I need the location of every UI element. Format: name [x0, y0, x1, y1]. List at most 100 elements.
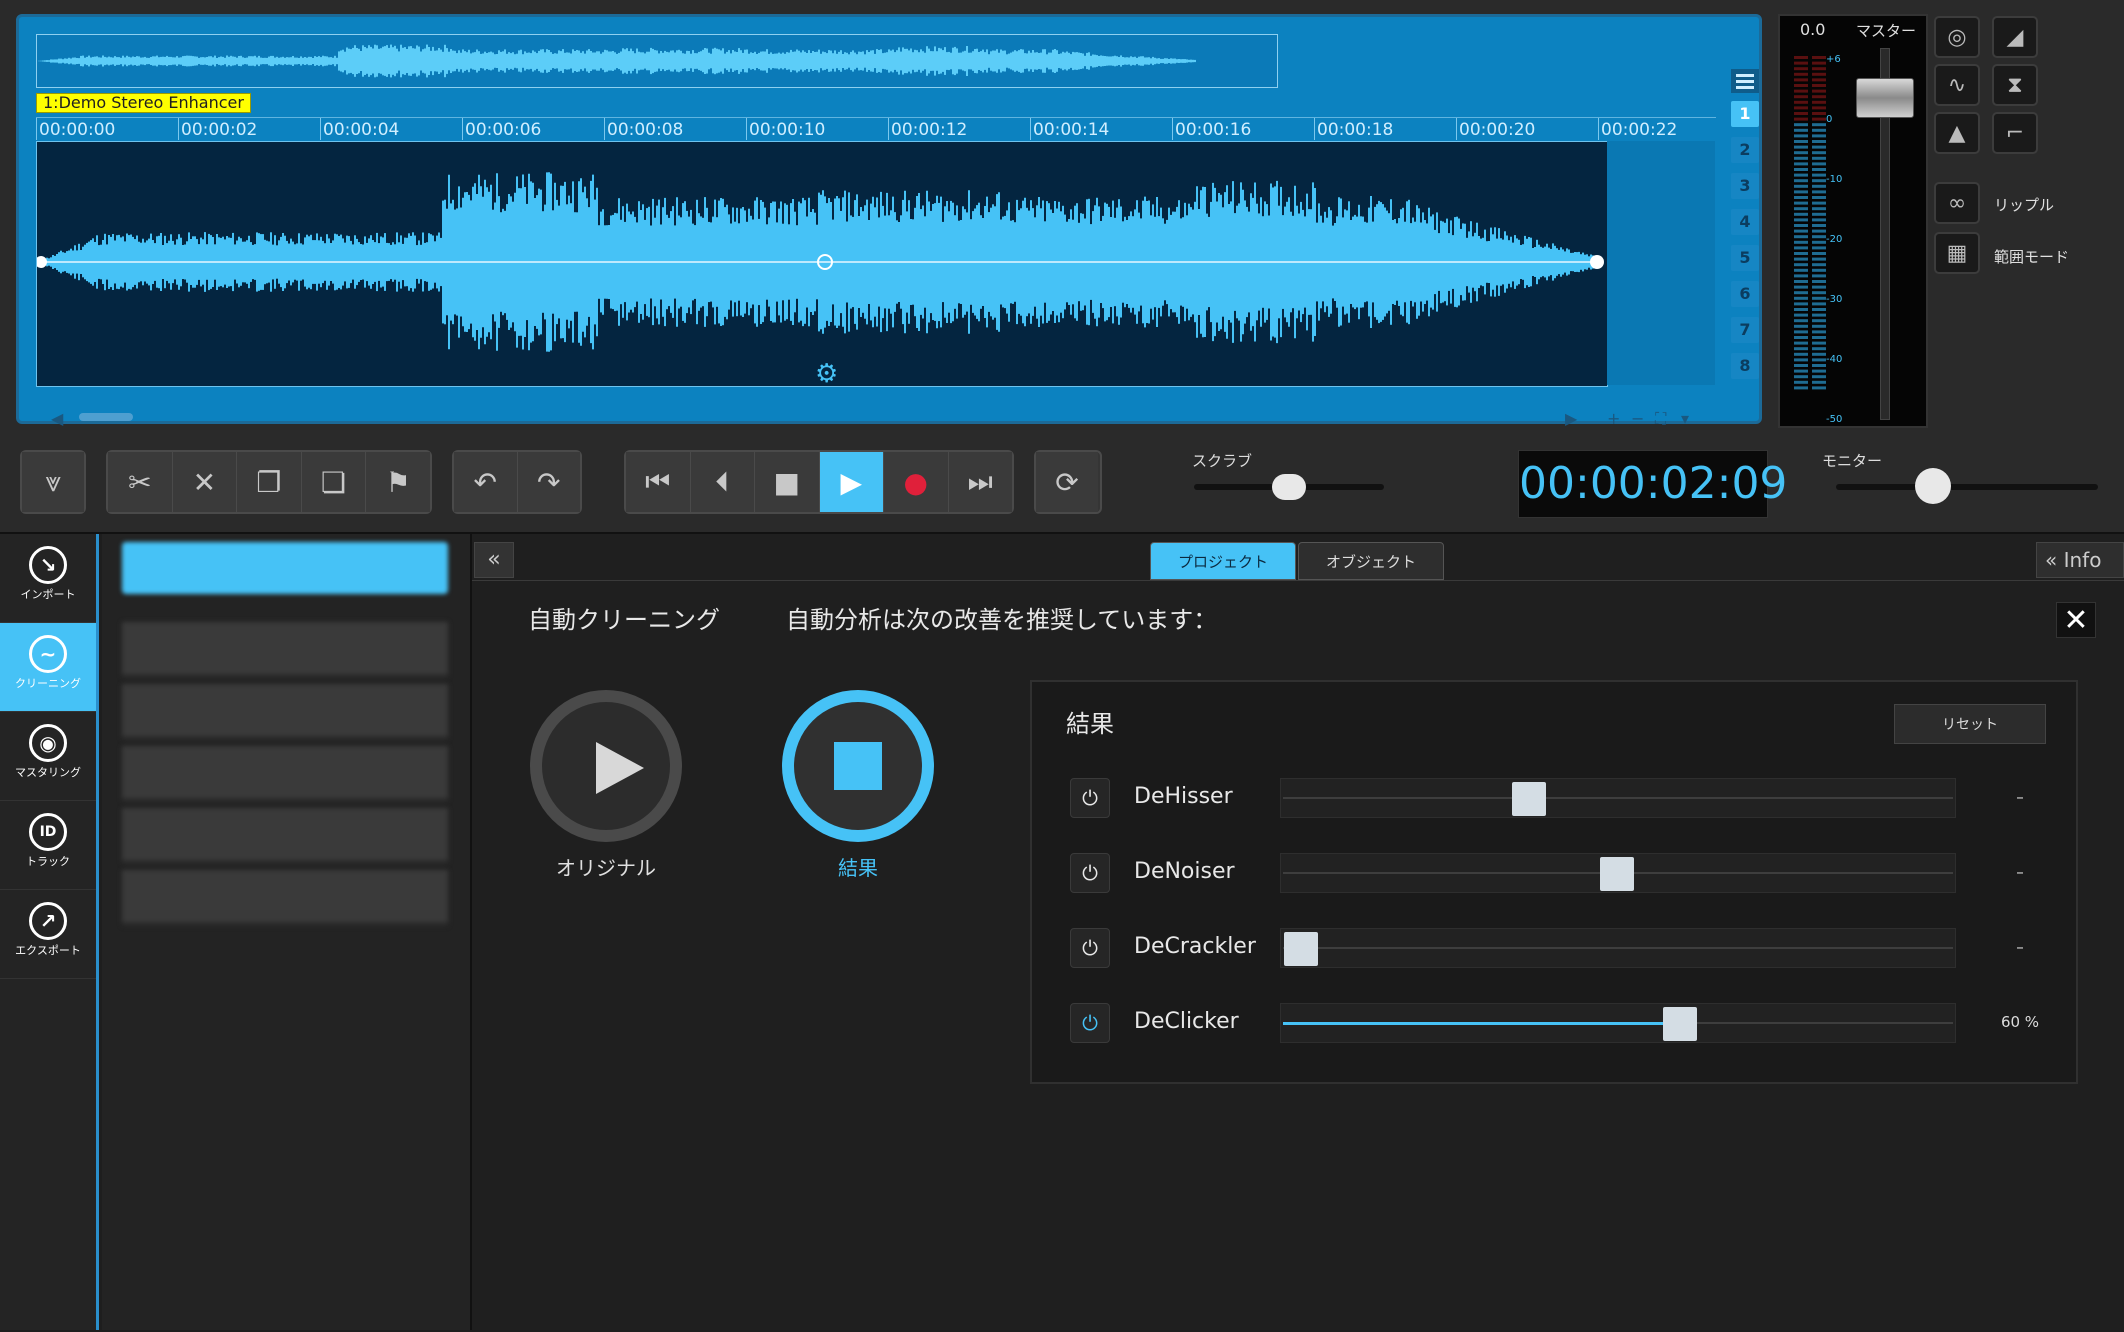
stop-icon[interactable]: ■: [755, 452, 820, 512]
fade-in-icon[interactable]: ◢: [1992, 16, 2038, 58]
filter-slider[interactable]: [1280, 778, 1956, 818]
preset-item[interactable]: [122, 622, 448, 678]
loop-icon[interactable]: ⟳: [1036, 452, 1098, 512]
track-id-icon: ID: [29, 813, 67, 851]
horizontal-scrollbar[interactable]: ◀ ▶ + − ⛶ ▾: [51, 409, 1711, 428]
zoom-in-icon[interactable]: +: [1607, 409, 1620, 428]
ripple-icon[interactable]: ∞: [1934, 182, 1980, 224]
preset-header[interactable]: [122, 542, 448, 594]
info-button[interactable]: « Info: [2036, 542, 2124, 578]
filter-name: DeNoiser: [1134, 859, 1235, 884]
track-label[interactable]: 1:Demo Stereo Enhancer: [36, 93, 251, 113]
go-to-start-icon[interactable]: ⏮: [626, 452, 691, 512]
slider-knob[interactable]: [1511, 782, 1546, 816]
power-toggle-decrackler[interactable]: ⏻: [1070, 928, 1110, 968]
ruler-tick: 00:00:20: [1456, 118, 1535, 140]
tab-object[interactable]: オブジェクト: [1298, 542, 1444, 580]
nav-track[interactable]: ID トラック: [0, 801, 96, 890]
time-ruler[interactable]: 00:00:00 00:00:02 00:00:04 00:00:06 00:00:08…: [36, 117, 1716, 140]
nav-import[interactable]: ↘ インポート: [0, 534, 96, 623]
results-title: 結果: [1066, 710, 1114, 738]
original-label: オリジナル: [556, 856, 656, 880]
reset-button[interactable]: リセット: [1894, 704, 2046, 744]
collapse-group: ⩔: [20, 450, 86, 514]
marker-icon[interactable]: ⚑: [366, 452, 430, 512]
zoom-out-icon[interactable]: −: [1631, 409, 1644, 428]
auto-analysis-message: 自動分析は次の改善を推奨しています：: [786, 606, 1218, 634]
power-toggle-dehisser[interactable]: ⏻: [1070, 778, 1110, 818]
monitor-slider[interactable]: [1836, 484, 2098, 490]
spectrum-icon[interactable]: ▲: [1934, 112, 1980, 154]
collapse-down-icon[interactable]: ⩔: [22, 452, 84, 512]
layer-button-2[interactable]: 2: [1731, 137, 1759, 163]
ruler-tick: 00:00:00: [36, 118, 115, 140]
layer-button-3[interactable]: 3: [1731, 173, 1759, 199]
copy-icon[interactable]: ❐: [237, 452, 302, 512]
tab-project[interactable]: プロジェクト: [1150, 542, 1296, 580]
play-icon[interactable]: ▶: [819, 452, 884, 512]
filter-slider[interactable]: [1280, 928, 1956, 968]
slider-knob[interactable]: [1284, 932, 1318, 966]
eq-icon[interactable]: ∿: [1934, 64, 1980, 106]
cut-icon[interactable]: ✂: [108, 452, 173, 512]
slider-knob[interactable]: [1663, 1007, 1698, 1041]
layer-button-4[interactable]: 4: [1731, 209, 1759, 235]
zoom-fit-icon[interactable]: ⛶: [1655, 409, 1666, 429]
close-icon[interactable]: ✕: [2056, 602, 2096, 638]
stereo-icon[interactable]: ◎: [1934, 16, 1980, 58]
power-toggle-denoiser[interactable]: ⏻: [1070, 853, 1110, 893]
main-waveform[interactable]: ⚙: [36, 141, 1608, 387]
record-icon[interactable]: ●: [884, 452, 949, 512]
list-icon[interactable]: [1731, 69, 1759, 93]
waveform-empty-area[interactable]: [1607, 141, 1715, 385]
result-stop-button[interactable]: [782, 690, 934, 842]
monitor-knob[interactable]: [1914, 468, 1951, 504]
layer-button-8[interactable]: 8: [1731, 353, 1759, 379]
redo-icon[interactable]: ↷: [517, 452, 580, 512]
compressor-icon[interactable]: ⌐: [1992, 112, 2038, 154]
scrub-knob[interactable]: [1272, 474, 1306, 500]
zoom-menu-icon[interactable]: ▾: [1681, 409, 1689, 428]
nav-mastering[interactable]: ◉ マスタリング: [0, 712, 96, 801]
scroll-right-icon[interactable]: ▶: [1565, 409, 1577, 428]
preset-item[interactable]: [122, 684, 448, 740]
scroll-left-icon[interactable]: ◀: [51, 409, 63, 428]
undo-icon[interactable]: ↶: [454, 452, 518, 512]
filter-slider[interactable]: [1280, 853, 1956, 893]
normalize-icon[interactable]: ⧗: [1992, 64, 2038, 106]
scroll-thumb[interactable]: [79, 413, 133, 421]
original-play-button[interactable]: [530, 690, 682, 842]
go-to-end-icon[interactable]: ⏭: [948, 452, 1012, 512]
info-label: Info: [2063, 548, 2102, 572]
filter-name: DeHisser: [1134, 784, 1233, 809]
paste-icon[interactable]: ❏: [301, 452, 367, 512]
nav-export-label: エクスポート: [15, 944, 81, 957]
auto-cleaning-title: 自動クリーニング: [528, 606, 720, 634]
left-navigation: ↘ インポート ∼ クリーニング ◉ マスタリング ID トラック ↗ エクスポ…: [0, 534, 99, 1330]
nav-cleaning-label: クリーニング: [15, 677, 81, 690]
preset-item[interactable]: [122, 746, 448, 802]
filter-slider[interactable]: [1280, 1003, 1956, 1043]
master-fader-knob[interactable]: [1856, 78, 1914, 118]
power-toggle-declicker[interactable]: ⏻: [1070, 1003, 1110, 1043]
layer-button-5[interactable]: 5: [1731, 245, 1759, 271]
monitor-label: モニター: [1822, 452, 1883, 470]
preset-item[interactable]: [122, 870, 448, 926]
delete-icon[interactable]: ✕: [172, 452, 238, 512]
overview-waveform[interactable]: [36, 34, 1278, 88]
layer-button-1[interactable]: 1: [1731, 101, 1759, 127]
preset-item[interactable]: [122, 808, 448, 864]
nav-cleaning[interactable]: ∼ クリーニング: [0, 623, 96, 712]
nav-export[interactable]: ↗ エクスポート: [0, 890, 96, 979]
nav-track-label: トラック: [26, 855, 70, 868]
range-mode-icon[interactable]: ▦: [1934, 232, 1980, 274]
db-mark: -50: [1826, 414, 1843, 425]
power-icon: ⏻: [1082, 861, 1098, 885]
previous-icon[interactable]: ⏴: [690, 452, 755, 512]
power-icon: ⏻: [1082, 936, 1098, 960]
layer-button-7[interactable]: 7: [1731, 317, 1759, 343]
slider-knob[interactable]: [1600, 857, 1634, 891]
power-icon: ⏻: [1082, 786, 1098, 810]
layer-button-6[interactable]: 6: [1731, 281, 1759, 307]
collapse-left-icon[interactable]: «: [474, 542, 514, 578]
